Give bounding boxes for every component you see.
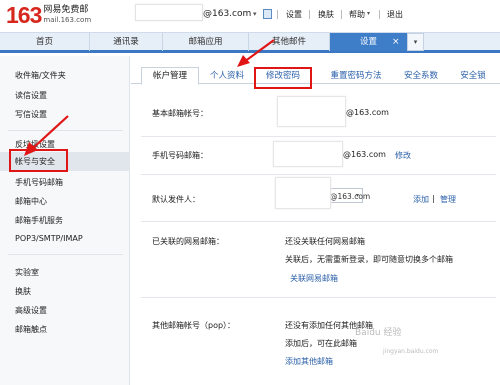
- link-mailbox-link[interactable]: 关联网易邮箱: [290, 273, 338, 284]
- logo[interactable]: 163 网易免费邮 mail.163.com: [6, 3, 91, 27]
- settings-sidebar: 收件箱/文件夹 读信设置 写信设置 反垃圾设置 帐号与安全 手机号码邮箱 邮箱中…: [0, 56, 130, 385]
- sidebar-item-read-settings[interactable]: 读信设置: [15, 90, 47, 101]
- skin-link[interactable]: 换肤: [318, 9, 334, 20]
- watermark-url: jingyan.baidu.com: [383, 348, 439, 355]
- tab-menu-chevron-icon[interactable]: ▾: [407, 33, 424, 51]
- sidebar-item-mail-center[interactable]: 邮箱中心: [15, 196, 47, 207]
- tab-home[interactable]: 首页: [0, 33, 90, 51]
- red-arrow-icon: [237, 39, 275, 67]
- phone-mailbox-label: 手机号码邮箱：: [152, 151, 208, 160]
- help-link[interactable]: 帮助: [349, 9, 365, 20]
- sender-add-link[interactable]: 添加: [413, 194, 429, 205]
- tab-reset-password-method[interactable]: 重置密码方法: [316, 68, 396, 84]
- add-other-mailbox-link[interactable]: 添加其他邮箱: [285, 356, 333, 367]
- linked-mailbox-label: 已关联的网易邮箱：: [152, 237, 224, 246]
- tab-close-icon[interactable]: ×: [392, 33, 400, 51]
- sidebar-item-inbox-folders[interactable]: 收件箱/文件夹: [15, 70, 66, 81]
- linked-none-text: 还没关联任何网易邮箱: [285, 237, 365, 246]
- id-card-icon[interactable]: [263, 9, 272, 19]
- sender-name-redacted: [275, 177, 331, 209]
- default-sender-value: @163.com: [330, 192, 371, 201]
- linked-desc-text: 关联后，无需重新登录，即可随意切换多个邮箱: [285, 255, 453, 264]
- pop-desc-text: 添加后，可在此邮箱: [285, 339, 357, 348]
- sidebar-item-touchpoints[interactable]: 邮箱触点: [15, 324, 47, 335]
- sender-manage-link[interactable]: 管理: [440, 194, 456, 205]
- user-menu-caret[interactable]: ▾: [253, 10, 257, 18]
- sidebar-item-lab[interactable]: 实验室: [15, 267, 39, 278]
- sender-separator: |: [432, 194, 435, 203]
- phone-mailbox-suffix: @163.com: [343, 150, 386, 159]
- chevron-down-icon: ▾: [355, 192, 359, 199]
- sidebar-item-phone-mailbox[interactable]: 手机号码邮箱: [15, 177, 63, 188]
- logo-number: 163: [6, 2, 42, 28]
- tab-contacts[interactable]: 通讯录: [90, 33, 163, 51]
- help-caret[interactable]: ▾: [367, 10, 370, 17]
- header: 163 网易免费邮 mail.163.com @163.com ▾ 设置 换肤 …: [0, 0, 500, 32]
- settings-content: 帐户管理 个人资料 修改密码 重置密码方法 安全系数 安全锁 基本邮箱帐号： @…: [131, 56, 500, 385]
- user-domain: @163.com: [203, 9, 252, 19]
- watermark: Baidu 经验: [355, 328, 402, 338]
- content-tabbar: 帐户管理 个人资料 修改密码 重置密码方法 安全系数 安全锁: [131, 64, 500, 89]
- phone-modify-link[interactable]: 修改: [395, 150, 411, 161]
- sidebar-item-mobile-service[interactable]: 邮箱手机服务: [15, 215, 63, 226]
- red-arrow-icon: [24, 115, 69, 156]
- logo-title: 网易免费邮: [43, 5, 89, 15]
- user-name-redacted: [135, 4, 203, 21]
- sidebar-item-skin[interactable]: 换肤: [15, 286, 31, 297]
- basic-account-label: 基本邮箱帐号：: [152, 109, 208, 118]
- tab-security-level[interactable]: 安全系数: [396, 68, 446, 84]
- basic-account-suffix: @163.com: [346, 108, 389, 117]
- tab-security-lock[interactable]: 安全锁: [449, 68, 497, 84]
- sidebar-item-advanced[interactable]: 高级设置: [15, 305, 47, 316]
- pop-account-label: 其他邮箱帐号（pop）：: [152, 321, 236, 330]
- settings-link[interactable]: 设置: [286, 9, 302, 20]
- default-sender-label: 默认发件人：: [152, 195, 200, 204]
- sidebar-item-pop3-smtp-imap[interactable]: POP3/SMTP/IMAP: [15, 234, 83, 243]
- basic-account-redacted: [277, 96, 346, 127]
- logout-link[interactable]: 退出: [387, 9, 403, 20]
- logo-domain: mail.163.com: [43, 16, 92, 24]
- phone-number-redacted: [273, 141, 343, 167]
- tab-account-management[interactable]: 帐户管理: [141, 67, 199, 85]
